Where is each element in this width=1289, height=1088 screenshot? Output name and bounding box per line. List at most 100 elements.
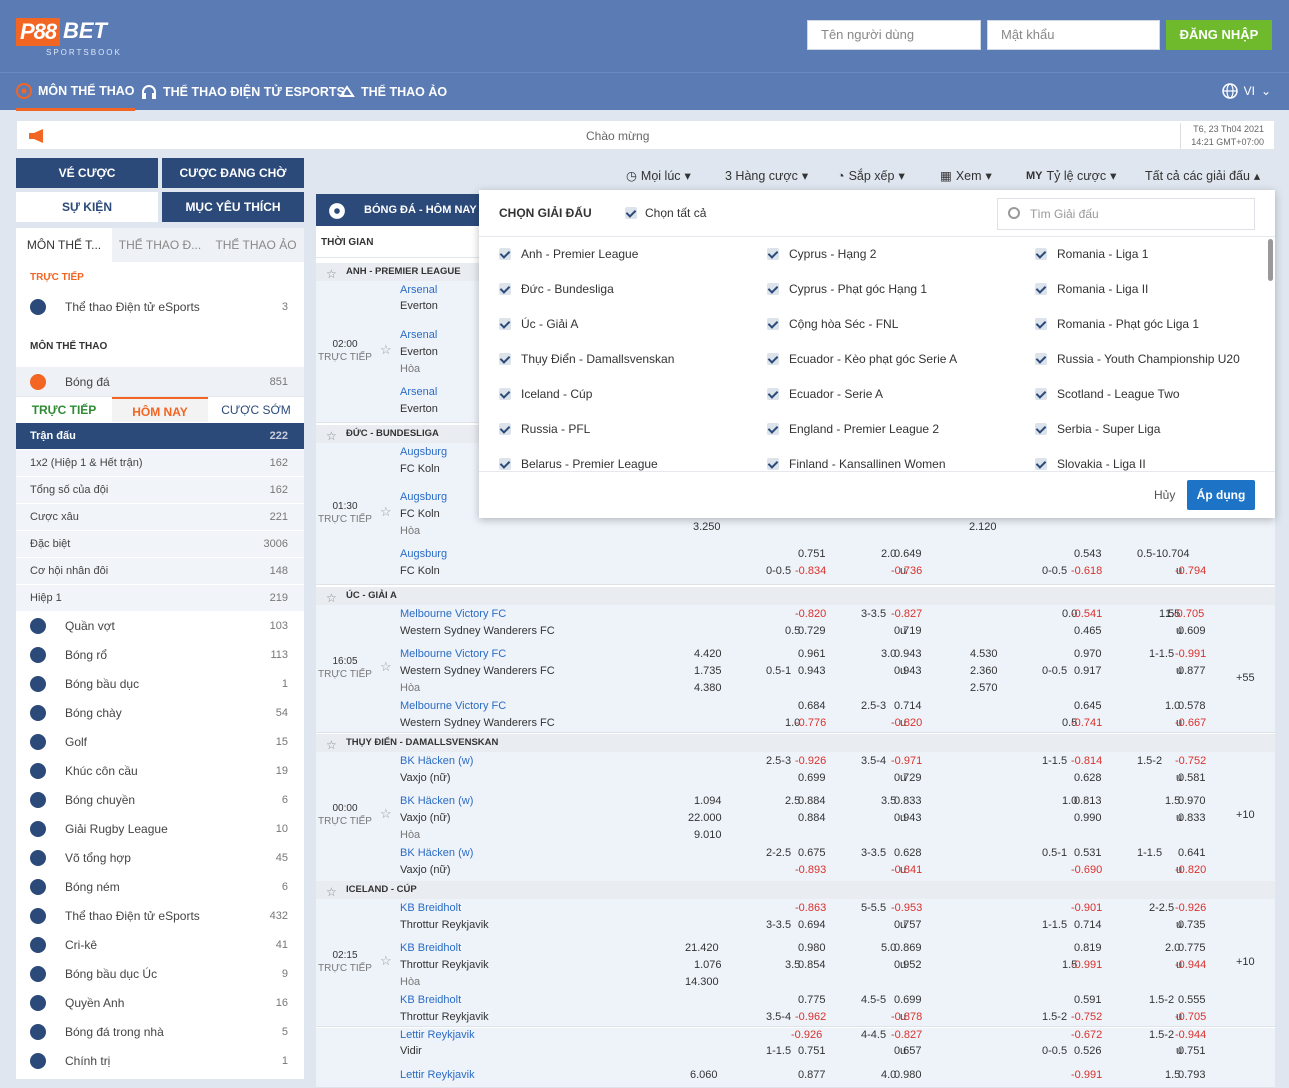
league-checkbox[interactable]: Romania - Phạt góc Liga 1 [1035, 317, 1199, 331]
odds-value[interactable]: 0.657 [894, 1045, 922, 1057]
odds-value[interactable]: 0.833 [894, 795, 922, 807]
team-name[interactable]: Hòa [400, 829, 420, 841]
odds-value[interactable]: 0.5-1 [1137, 548, 1162, 560]
sort-filter[interactable]: ◔ Sắp xếp ▾ [837, 168, 905, 184]
odds-value[interactable]: 0.531 [1074, 847, 1102, 859]
team-name[interactable]: Throttur Reykjavik [400, 959, 489, 971]
sidebar-item-sport[interactable]: Quyền Anh 16 [16, 988, 304, 1017]
odds-value[interactable]: 0.877 [1178, 665, 1206, 677]
sidebar-item-sport[interactable]: Bóng chày 54 [16, 698, 304, 727]
odds-value[interactable]: 0.980 [894, 1069, 922, 1081]
league-checkbox[interactable]: Ecuador - Serie A [767, 387, 883, 401]
league-header[interactable]: ☆ ÚC - GIẢI A [316, 587, 1275, 605]
odds-value[interactable]: 1.076 [694, 959, 722, 971]
odds-value[interactable]: 3.250 [693, 521, 721, 533]
team-name[interactable]: Melbourne Victory FC [400, 608, 506, 620]
odds-value[interactable]: 0.990 [1074, 812, 1102, 824]
odds-value[interactable]: 2-2.5 [766, 847, 791, 859]
odds-value[interactable]: 0.543 [1074, 548, 1102, 560]
team-name[interactable]: Arsenal [400, 386, 437, 398]
odds-value[interactable]: 6.060 [690, 1069, 718, 1081]
tab-virtual[interactable]: THỂ THAO ẢO [208, 228, 304, 262]
league-checkbox[interactable]: Russia - PFL [499, 422, 590, 436]
events-button[interactable]: SỰ KIỆN [16, 192, 158, 222]
odds-value[interactable]: 0.943 [798, 665, 826, 677]
odds-value[interactable]: -0.991 [1071, 1069, 1102, 1081]
odds-value[interactable]: 4.380 [694, 682, 722, 694]
star-icon[interactable]: ☆ [380, 342, 392, 358]
odds-value[interactable]: 3.5-4 [861, 755, 886, 767]
odds-value[interactable]: -0.794 [1175, 565, 1206, 577]
odds-value[interactable]: 1-1.5 [1042, 919, 1067, 931]
odds-value[interactable]: 0.793 [1178, 1069, 1206, 1081]
nav-esports[interactable]: THỂ THAO ĐIỆN TỬ ESPORTS [141, 73, 345, 111]
odds-value[interactable]: 0.555 [1178, 994, 1206, 1006]
team-name[interactable]: Augsburg [400, 548, 447, 560]
market-item[interactable]: Cược xâu 221 [16, 503, 304, 530]
odds-value[interactable]: 1-1.5 [766, 1045, 791, 1057]
market-item[interactable]: Đặc biệt 3006 [16, 530, 304, 557]
team-name[interactable]: Vaxjo (nữ) [400, 812, 451, 824]
more-bets-count[interactable]: +10 [1236, 956, 1255, 968]
odds-value[interactable]: 2.570 [970, 682, 998, 694]
team-name[interactable]: Augsburg [400, 446, 447, 458]
view-filter[interactable]: ▦ Xem ▾ [940, 168, 992, 184]
odds-value[interactable]: 1.5 [1159, 608, 1174, 620]
team-name[interactable]: Vidir [400, 1045, 422, 1057]
odds-value[interactable]: 0.649 [894, 548, 922, 560]
star-icon[interactable]: ☆ [380, 504, 392, 520]
odds-value[interactable]: -0.820 [891, 717, 922, 729]
odds-value[interactable]: 2.5-3 [861, 700, 886, 712]
odds-format-filter[interactable]: MY Tỷ lệ cược ▾ [1026, 168, 1116, 184]
odds-value[interactable]: 0.751 [798, 548, 826, 560]
cancel-button[interactable]: Hủy [1154, 488, 1175, 502]
odds-value[interactable]: 0.943 [894, 648, 922, 660]
team-name[interactable]: Melbourne Victory FC [400, 648, 506, 660]
team-name[interactable]: Arsenal [400, 284, 437, 296]
odds-value[interactable]: -0.901 [1071, 902, 1102, 914]
team-name[interactable]: Augsburg [400, 491, 447, 503]
team-name[interactable]: Hòa [400, 363, 420, 375]
league-checkbox[interactable]: Thụy Điển - Damallsvenskan [499, 352, 674, 366]
p88bet-logo[interactable]: P88 BET SPORTSBOOK [16, 18, 120, 62]
odds-value[interactable]: -0.834 [795, 565, 826, 577]
odds-value[interactable]: 1.5-2 [1042, 1011, 1067, 1023]
subtab-today[interactable]: HÔM NAY [112, 397, 208, 422]
odds-value[interactable]: 9.010 [694, 829, 722, 841]
sidebar-item-sport[interactable]: Cri-kê 41 [16, 930, 304, 959]
odds-value[interactable]: 2.360 [970, 665, 998, 677]
language-selector[interactable]: VI ⌄ [1221, 83, 1271, 99]
odds-value[interactable]: -0.741 [1071, 717, 1102, 729]
odds-value[interactable]: 0.884 [798, 795, 826, 807]
team-name[interactable]: Western Sydney Wanderers FC [400, 625, 555, 637]
odds-value[interactable]: 0-0.5 [1042, 1045, 1067, 1057]
odds-value[interactable]: 0.628 [894, 847, 922, 859]
odds-value[interactable]: -0.893 [795, 864, 826, 876]
favorites-button[interactable]: MỤC YÊU THÍCH [162, 192, 304, 222]
odds-value[interactable]: 4-4.5 [861, 1029, 886, 1041]
league-checkbox[interactable]: Romania - Liga 1 [1035, 247, 1148, 261]
odds-value[interactable]: -0.618 [1071, 565, 1102, 577]
odds-value[interactable]: 3.5-4 [766, 1011, 791, 1023]
odds-value[interactable]: -0.736 [891, 565, 922, 577]
sidebar-item-sport[interactable]: Chính trị 1 [16, 1046, 304, 1075]
odds-value[interactable]: 0.694 [798, 919, 826, 931]
sidebar-item-sport[interactable]: Bóng đá trong nhà 5 [16, 1017, 304, 1046]
league-checkbox[interactable]: Russia - Youth Championship U20 [1035, 352, 1240, 366]
league-checkbox[interactable]: Belarus - Premier League [499, 457, 658, 471]
odds-value[interactable]: 0.5-1 [766, 665, 791, 677]
odds-value[interactable]: -0.863 [795, 902, 826, 914]
league-checkbox[interactable]: Romania - Liga II [1035, 282, 1148, 296]
odds-value[interactable]: 0.917 [1074, 665, 1102, 677]
team-name[interactable]: Hòa [400, 682, 420, 694]
odds-value[interactable]: 0.970 [1074, 648, 1102, 660]
odds-value[interactable]: -0.690 [1071, 864, 1102, 876]
star-icon[interactable]: ☆ [380, 659, 392, 675]
odds-value[interactable]: -0.878 [891, 1011, 922, 1023]
subtab-live[interactable]: TRỰC TIẾP [16, 397, 112, 422]
odds-value[interactable]: 0.813 [1074, 795, 1102, 807]
odds-value[interactable]: 0.714 [1074, 919, 1102, 931]
odds-value[interactable]: -0.820 [795, 608, 826, 620]
market-item[interactable]: 1x2 (Hiệp 1 & Hết trận) 162 [16, 449, 304, 476]
sidebar-item-sport[interactable]: Giải Rugby League 10 [16, 814, 304, 843]
